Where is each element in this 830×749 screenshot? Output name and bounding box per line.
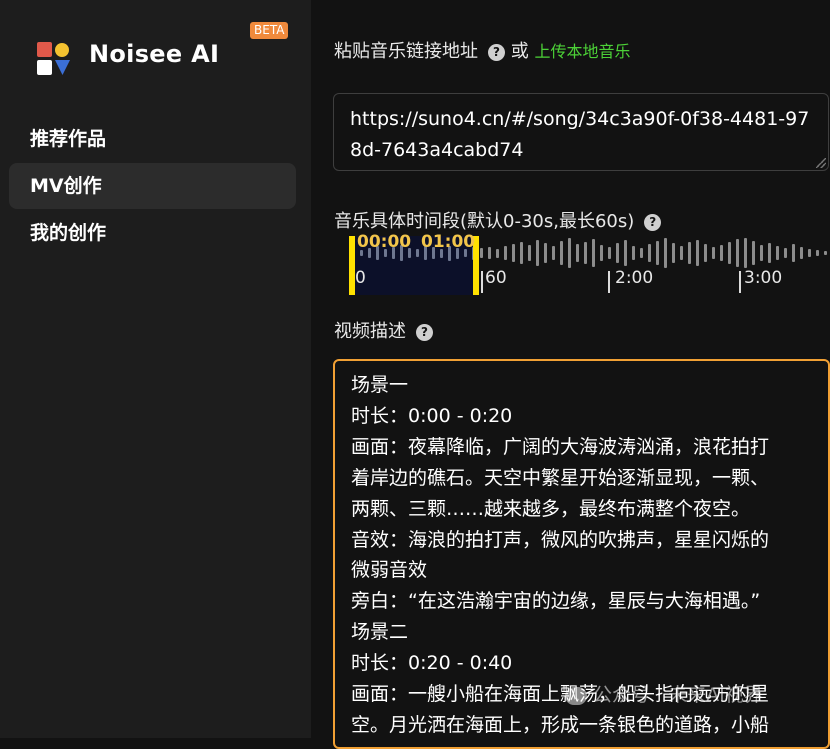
waveform-bar — [808, 249, 811, 257]
help-icon[interactable]: ? — [488, 43, 505, 61]
waveform-bar — [520, 242, 523, 264]
waveform-bar — [760, 245, 763, 261]
desc-line: 场景二 — [351, 621, 409, 644]
desc-line: 时长：0:20 - 0:40 — [351, 652, 513, 675]
waveform-bar — [496, 248, 499, 258]
help-icon[interactable]: ? — [644, 213, 662, 231]
desc-line: 画面：夜幕降临，广阔的大海波涛汹涌，浪花拍打 — [351, 435, 770, 458]
watermark-text: 公众号 · 未来AI视界 — [593, 684, 763, 706]
waveform-bar — [816, 250, 819, 256]
waveform-bar — [720, 245, 723, 261]
waveform-bar — [728, 242, 731, 264]
waveform-bar — [680, 246, 683, 260]
audio-timeline[interactable]: 00:00 01:00 0 60 2:00 3:00 — [344, 231, 830, 297]
waveform-bar — [784, 248, 787, 258]
tick-line-3-00 — [739, 271, 741, 293]
waveform-bar — [576, 244, 579, 262]
waveform-bar — [656, 241, 659, 265]
paste-url-label: 粘贴音乐链接地址 — [334, 41, 478, 62]
time-segment-label: 音乐具体时间段(默认0-30s,最长60s) — [334, 211, 635, 232]
desc-line: 微弱音效 — [351, 559, 428, 582]
waveform-bar — [552, 246, 555, 260]
waveform-bar — [800, 247, 803, 259]
tick-label-0: 0 — [355, 268, 366, 288]
tick-line-2-00 — [608, 271, 610, 293]
waveform-bar — [792, 244, 795, 262]
waveform-bar — [568, 238, 571, 268]
nav-my-creations[interactable]: 我的创作 — [9, 210, 296, 256]
tick-line-60 — [481, 271, 483, 293]
waveform-bar — [616, 243, 619, 263]
waveform-bar — [712, 247, 715, 259]
tick-label-60: 60 — [485, 268, 507, 288]
or-text: 或 — [510, 41, 529, 62]
desc-line: 旁白：“在这浩瀚宇宙的边缘，星辰与大海相遇。” — [351, 590, 761, 613]
brand-name: Noisee AI — [89, 40, 220, 68]
desc-line: 两颗、三颗……越来越多，最终布满整个夜空。 — [351, 497, 751, 520]
waveform-bar — [560, 241, 563, 265]
waveform-bar — [752, 241, 755, 265]
waveform-bar — [416, 249, 419, 257]
waveform-bar — [480, 248, 483, 258]
desc-line: 空。月光洒在海面上，形成一条银色的道路，小船 — [351, 713, 770, 736]
noisee-logo — [37, 42, 70, 75]
waveform-bar — [704, 244, 707, 262]
waveform-bar — [768, 243, 771, 263]
waveform-bar — [600, 245, 603, 261]
beta-badge: BETA — [250, 22, 289, 39]
waveform-bar — [488, 247, 491, 259]
waveform-bar — [592, 239, 595, 267]
waveform-bar — [512, 244, 515, 262]
waveform-bar — [672, 243, 675, 263]
upload-local-music-link[interactable]: 上传本地音乐 — [534, 42, 630, 61]
tick-label-3-00: 3:00 — [744, 268, 783, 288]
waveform-bar — [608, 247, 611, 259]
music-url-label-row: 粘贴音乐链接地址? 或 上传本地音乐 — [334, 37, 630, 63]
start-time: 00:00 — [357, 232, 412, 252]
desc-line: 场景一 — [351, 374, 409, 396]
waveform-bar — [664, 238, 667, 268]
waveform-bar — [536, 240, 539, 266]
waveform-bar — [688, 242, 691, 264]
desc-line: 着岸边的礁石。天空中繁星开始逐渐显现，一颗、 — [351, 466, 770, 489]
nav-mv-create[interactable]: MV创作 — [9, 163, 296, 209]
waveform-bar — [744, 238, 747, 268]
waveform-bar — [736, 239, 739, 267]
main-panel: 粘贴音乐链接地址? 或 上传本地音乐 https://suno4.cn/#/so… — [311, 0, 830, 749]
music-url-input[interactable]: https://suno4.cn/#/song/34c3a90f-0f38-44… — [333, 93, 829, 171]
resize-handle-icon[interactable] — [816, 158, 826, 168]
waveform-bar — [640, 248, 643, 258]
tick-label-2-00: 2:00 — [615, 268, 654, 288]
waveform-bar — [504, 246, 507, 260]
desc-line: 音效：海浪的拍打声，微风的吹拂声，星星闪烁的 — [351, 528, 770, 551]
wechat-icon — [565, 686, 587, 705]
music-url-value: https://suno4.cn/#/song/34c3a90f-0f38-44… — [350, 108, 810, 161]
sidebar: Noisee AI BETA 推荐作品 MV创作 我的创作 — [0, 0, 311, 738]
waveform-bar — [632, 246, 635, 260]
end-time: 01:00 — [421, 232, 476, 252]
waveform-bar — [648, 244, 651, 262]
waveform-bar — [824, 251, 827, 255]
waveform-bar — [776, 246, 779, 260]
waveform-bar — [624, 240, 627, 266]
watermark: 公众号 · 未来AI视界 — [565, 680, 763, 707]
desc-label-row: 视频描述? — [334, 317, 433, 343]
waveform-bar — [528, 245, 531, 261]
waveform-bar — [544, 243, 547, 263]
waveform-bar — [584, 242, 587, 264]
help-icon[interactable]: ? — [416, 323, 433, 341]
nav-recommended[interactable]: 推荐作品 — [9, 116, 296, 162]
segment-label-row: 音乐具体时间段(默认0-30s,最长60s)? — [334, 207, 662, 233]
desc-line: 时长：0:00 - 0:20 — [351, 404, 513, 427]
video-desc-label: 视频描述 — [334, 321, 406, 342]
waveform-bar — [696, 240, 699, 266]
